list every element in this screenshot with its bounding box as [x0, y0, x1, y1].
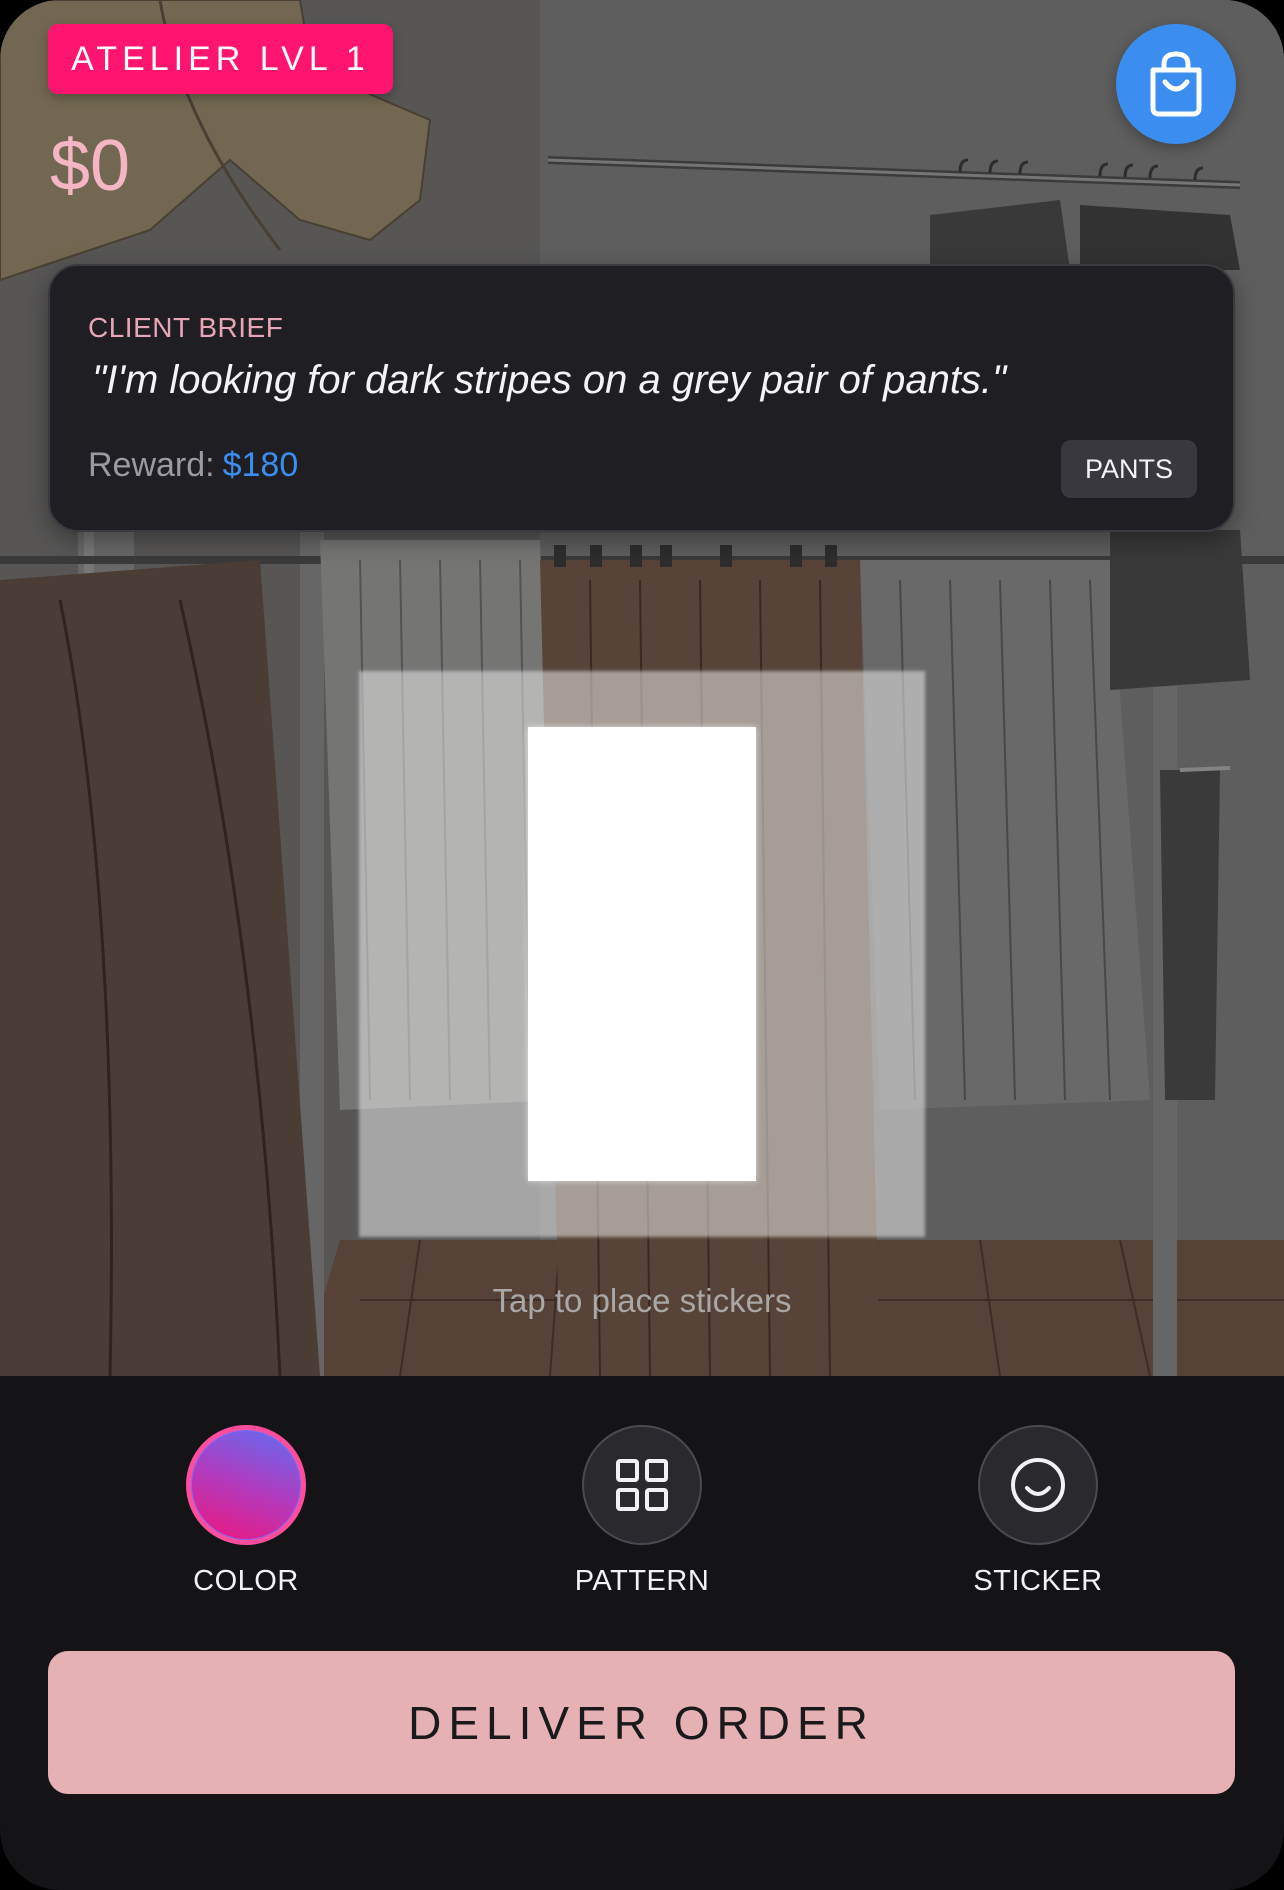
deliver-order-button[interactable]: DELIVER ORDER: [48, 1651, 1235, 1794]
tool-pattern-label: PATTERN: [574, 1565, 710, 1597]
tool-pattern[interactable]: PATTERN: [542, 1425, 742, 1598]
brief-quote: "I'm looking for dark stripes on a grey …: [92, 358, 1007, 402]
pattern-button[interactable]: [582, 1425, 702, 1545]
tool-sticker-label: STICKER: [973, 1565, 1103, 1597]
grid-icon: [616, 1459, 668, 1511]
client-brief-card: CLIENT BRIEF "I'm looking for dark strip…: [48, 264, 1235, 532]
balance-amount: $0: [50, 126, 131, 206]
tap-hint: Tap to place stickers: [492, 1282, 792, 1319]
garment-preview[interactable]: [528, 727, 756, 1181]
reward-label: Reward:: [88, 446, 215, 484]
app-screen: ATELIER LVL 1 $0 CLIENT BRIEF "I'm looki…: [0, 0, 1284, 1890]
sticker-button[interactable]: [978, 1425, 1098, 1545]
level-badge: ATELIER LVL 1: [48, 24, 393, 94]
reward-row: Reward: $180: [88, 446, 298, 485]
shop-bag-button[interactable]: [1116, 24, 1236, 144]
tool-color[interactable]: COLOR: [146, 1425, 346, 1598]
color-swatch-icon[interactable]: [186, 1425, 306, 1545]
tool-sticker[interactable]: STICKER: [938, 1425, 1138, 1598]
tool-color-label: COLOR: [193, 1565, 299, 1597]
category-chip: PANTS: [1061, 440, 1197, 498]
shopping-bag-icon: [1150, 51, 1202, 117]
brief-heading: CLIENT BRIEF: [88, 312, 284, 343]
reward-amount: $180: [222, 446, 299, 484]
smiley-icon: [1011, 1458, 1065, 1512]
